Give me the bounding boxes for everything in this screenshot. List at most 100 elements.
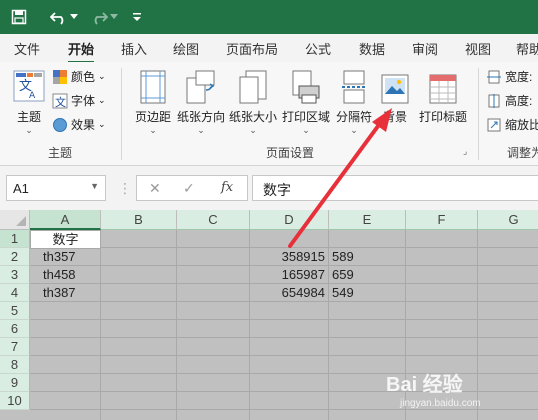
print-area-icon: [279, 68, 333, 104]
themes-button[interactable]: 文A 主题 ⌄: [10, 68, 48, 135]
cell-e3[interactable]: 659: [329, 266, 405, 284]
tab-help[interactable]: 帮助: [516, 39, 538, 58]
tab-formulas[interactable]: 公式: [305, 39, 331, 58]
height-icon: [486, 93, 502, 109]
width-button[interactable]: 宽度:: [486, 68, 532, 85]
name-box-dropdown-icon[interactable]: ▼: [90, 181, 99, 191]
themes-icon: 文A: [10, 68, 48, 104]
cell-d4[interactable]: 654984: [250, 284, 328, 302]
customize-toolbar-icon[interactable]: [126, 6, 148, 28]
margins-icon: [131, 68, 175, 104]
row-header-7[interactable]: 7: [0, 338, 30, 356]
print-area-button[interactable]: 打印区域 ⌄: [279, 68, 333, 135]
size-button[interactable]: 纸张大小 ⌄: [227, 68, 279, 135]
cell-a2[interactable]: th357: [40, 248, 100, 266]
row-header-1[interactable]: 1: [0, 230, 30, 248]
width-label: 宽度:: [505, 70, 533, 84]
background-button[interactable]: 背景: [377, 68, 413, 125]
name-box[interactable]: A1 ▼: [6, 175, 106, 201]
redo-dropdown-icon[interactable]: [108, 6, 120, 28]
gridline: [100, 230, 101, 420]
drag-handle-icon[interactable]: ⋮: [118, 180, 132, 197]
cancel-icon[interactable]: ✕: [149, 180, 161, 197]
themes-dropdown-icon: ⌄: [25, 125, 33, 135]
tab-file[interactable]: 文件: [14, 39, 40, 58]
colors-button[interactable]: 颜色 ⌄: [52, 68, 106, 85]
cell-a4[interactable]: th387: [40, 284, 100, 302]
fonts-button[interactable]: 文 字体 ⌄: [52, 92, 106, 109]
print-area-label: 打印区域: [281, 110, 330, 124]
column-header-c[interactable]: C: [177, 210, 250, 230]
breaks-button[interactable]: 分隔符 ⌄: [333, 68, 375, 135]
ribbon: 文A 主题 ⌄ 颜色 ⌄ 文 字体 ⌄ 效果 ⌄ 主题 页边距 ⌄ 纸张方向 ⌄ 纸张…: [0, 62, 538, 166]
row-header-9[interactable]: 9: [0, 374, 30, 392]
column-header-e[interactable]: E: [329, 210, 406, 230]
effects-button[interactable]: 效果 ⌄: [52, 116, 106, 133]
breaks-icon: [333, 68, 375, 104]
page-setup-launcher-icon[interactable]: ⌟: [463, 146, 467, 157]
formula-input[interactable]: 数字: [252, 175, 538, 201]
cell-e2[interactable]: 589: [329, 248, 405, 266]
print-titles-label: 打印标题: [418, 110, 467, 124]
fonts-label: 字体: [71, 94, 96, 108]
column-header-f[interactable]: F: [406, 210, 478, 230]
enter-icon[interactable]: ✓: [183, 180, 195, 197]
ribbon-tabs: 文件 开始 插入 绘图 页面布局 公式 数据 审阅 视图 帮助: [0, 34, 538, 64]
cell-d3[interactable]: 165987: [250, 266, 328, 284]
group-divider: [478, 68, 479, 160]
row-header-10[interactable]: 10: [0, 392, 30, 410]
cell-e4[interactable]: 549: [329, 284, 405, 302]
undo-dropdown-icon[interactable]: [68, 6, 80, 28]
colors-icon: [52, 69, 68, 85]
size-label: 纸张大小: [228, 110, 277, 124]
row-header-3[interactable]: 3: [0, 266, 30, 284]
tab-insert[interactable]: 插入: [121, 39, 147, 58]
orientation-label: 纸张方向: [176, 110, 225, 124]
cell-a3[interactable]: th458: [40, 266, 100, 284]
name-box-value: A1: [13, 181, 29, 196]
effects-icon: [52, 117, 68, 133]
margins-dropdown-icon: ⌄: [149, 125, 157, 135]
tab-draw[interactable]: 绘图: [173, 39, 199, 58]
row-header-5[interactable]: 5: [0, 302, 30, 320]
row-header-4[interactable]: 4: [0, 284, 30, 302]
print-titles-button[interactable]: 打印标题: [415, 68, 471, 125]
title-bar: [0, 0, 538, 34]
colors-label: 颜色: [71, 70, 96, 84]
print-area-dropdown-icon: ⌄: [302, 125, 310, 135]
save-icon[interactable]: [8, 6, 30, 28]
row-header-6[interactable]: 6: [0, 320, 30, 338]
tab-home[interactable]: 开始: [68, 39, 95, 64]
insert-function-icon[interactable]: fx: [221, 180, 233, 195]
svg-text:文: 文: [55, 95, 66, 109]
cell-a1[interactable]: 数字: [30, 230, 101, 249]
orientation-button[interactable]: 纸张方向 ⌄: [175, 68, 227, 135]
cell-d2[interactable]: 358915: [250, 248, 328, 266]
width-icon: [486, 69, 502, 85]
background-icon: [377, 68, 413, 104]
column-header-b[interactable]: B: [101, 210, 177, 230]
redo-icon[interactable]: [88, 6, 110, 28]
column-header-a[interactable]: A: [30, 210, 101, 230]
watermark-url: jingyan.baidu.com: [400, 398, 481, 409]
height-button[interactable]: 高度:: [486, 92, 532, 109]
undo-icon[interactable]: [48, 6, 70, 28]
tab-page-layout[interactable]: 页面布局: [226, 39, 278, 58]
themes-label: 主题: [16, 110, 41, 124]
scale-button[interactable]: 缩放比: [486, 116, 538, 133]
select-all-icon: [16, 216, 26, 226]
tab-data[interactable]: 数据: [359, 39, 385, 58]
column-header-g[interactable]: G: [478, 210, 538, 230]
formula-buttons: ✕ ✓ fx: [136, 175, 248, 201]
row-header-2[interactable]: 2: [0, 248, 30, 266]
print-titles-icon: [415, 68, 471, 104]
gridline: [176, 230, 177, 420]
row-header-8[interactable]: 8: [0, 356, 30, 374]
select-all-button[interactable]: [0, 210, 30, 230]
column-header-d[interactable]: D: [250, 210, 329, 230]
tab-review[interactable]: 审阅: [412, 39, 438, 58]
fonts-icon: 文: [52, 93, 68, 109]
scale-label: 缩放比: [505, 118, 538, 132]
tab-view[interactable]: 视图: [465, 39, 491, 58]
margins-button[interactable]: 页边距 ⌄: [131, 68, 175, 135]
